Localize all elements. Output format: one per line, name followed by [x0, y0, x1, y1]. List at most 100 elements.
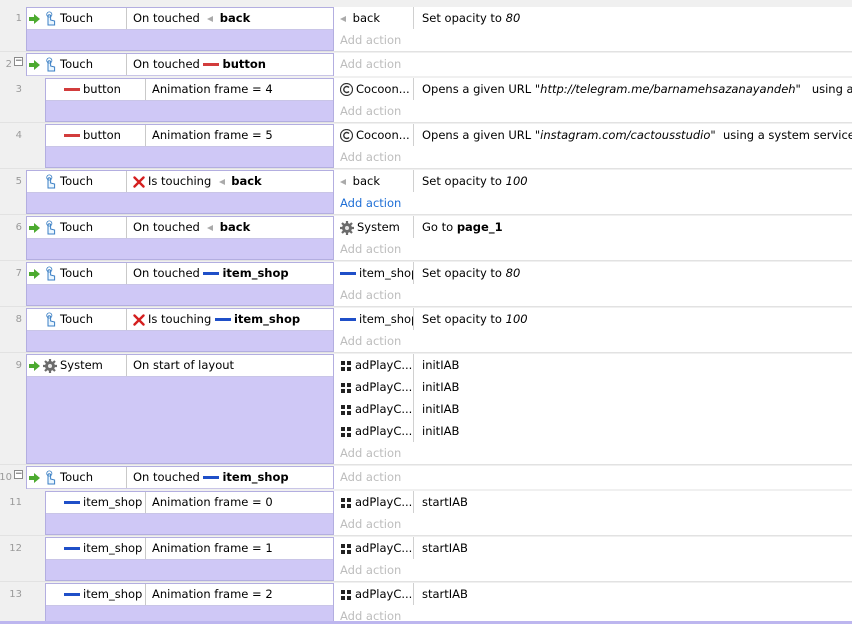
condition-text[interactable]: On touched item_shop: [127, 263, 333, 284]
condition-text[interactable]: On touched item_shop: [127, 467, 333, 488]
condition-block[interactable]: System On start of layout: [26, 354, 334, 464]
action-object[interactable]: adPlayC...: [340, 398, 414, 420]
condition-row[interactable]: System On start of layout: [27, 355, 333, 377]
condition-block[interactable]: Touch On touched back: [26, 7, 334, 51]
action-text[interactable]: Go to page_1: [422, 216, 852, 238]
action-object[interactable]: item_shop: [340, 262, 414, 284]
add-action-link[interactable]: Add action: [340, 442, 401, 464]
condition-object[interactable]: item_shop: [46, 538, 146, 559]
action-object[interactable]: adPlayC...: [340, 354, 414, 376]
condition-block[interactable]: Touch Is touching back: [26, 170, 334, 214]
action-block[interactable]: System Go to page_1 Add action: [334, 216, 852, 260]
condition-block[interactable]: Touch Is touching item_shop: [26, 308, 334, 352]
action-text[interactable]: initIAB: [422, 354, 852, 376]
condition-row[interactable]: button Animation frame = 5: [46, 125, 333, 147]
condition-block[interactable]: item_shop Animation frame = 2: [45, 583, 334, 621]
action-row[interactable]: back Set opacity to 80: [334, 7, 852, 29]
condition-block[interactable]: item_shop Animation frame = 0: [45, 491, 334, 535]
action-text[interactable]: startIAB: [422, 583, 852, 605]
add-action-link[interactable]: Add action: [340, 53, 401, 75]
condition-text[interactable]: Is touching item_shop: [127, 309, 333, 330]
action-block[interactable]: Cocoon... Opens a given URL "http://tele…: [334, 78, 852, 122]
action-text[interactable]: initIAB: [422, 398, 852, 420]
collapse-toggle[interactable]: −: [14, 470, 23, 479]
event-row[interactable]: 5 Touch Is touching back back Set opacit…: [0, 170, 852, 214]
add-action-link[interactable]: Add action: [340, 330, 401, 352]
condition-row[interactable]: Touch On touched back: [27, 217, 333, 239]
action-row[interactable]: Cocoon... Opens a given URL "instagram.c…: [334, 124, 852, 146]
event-row[interactable]: 8 Touch Is touching item_shop item_shop …: [0, 308, 852, 352]
action-object[interactable]: adPlayC...: [340, 376, 414, 398]
action-object[interactable]: back: [340, 7, 414, 29]
action-text[interactable]: Set opacity to 100: [422, 170, 852, 192]
action-text[interactable]: Set opacity to 100: [422, 308, 852, 330]
condition-text[interactable]: Animation frame = 2: [146, 584, 333, 605]
action-row[interactable]: System Go to page_1: [334, 216, 852, 238]
action-object[interactable]: System: [340, 216, 414, 238]
action-row[interactable]: adPlayC... startIAB: [334, 537, 852, 559]
action-text[interactable]: startIAB: [422, 537, 852, 559]
condition-row[interactable]: item_shop Animation frame = 1: [46, 538, 333, 560]
condition-row[interactable]: Touch On touched item_shop: [27, 263, 333, 285]
add-action-link[interactable]: Add action: [340, 513, 401, 535]
add-action-link[interactable]: Add action: [340, 238, 401, 260]
action-object[interactable]: adPlayC...: [340, 420, 414, 442]
action-text[interactable]: Set opacity to 80: [422, 7, 852, 29]
condition-row[interactable]: item_shop Animation frame = 0: [46, 492, 333, 514]
condition-row[interactable]: Touch On touched back: [27, 8, 333, 30]
action-text[interactable]: initIAB: [422, 376, 852, 398]
action-object[interactable]: adPlayC...: [340, 583, 414, 605]
add-action-link[interactable]: Add action: [340, 146, 401, 168]
add-action-link[interactable]: Add action: [340, 192, 401, 214]
condition-object[interactable]: System: [27, 355, 127, 376]
condition-block[interactable]: Touch On touched back: [26, 216, 334, 260]
action-object[interactable]: back: [340, 170, 414, 192]
condition-block[interactable]: item_shop Animation frame = 1: [45, 537, 334, 581]
condition-block[interactable]: Touch On touched button: [26, 53, 334, 76]
condition-object[interactable]: item_shop: [46, 492, 146, 513]
condition-text[interactable]: On touched back: [127, 8, 333, 29]
action-block[interactable]: back Set opacity to 100 Add action: [334, 170, 852, 214]
action-text[interactable]: Set opacity to 80: [422, 262, 852, 284]
action-object[interactable]: item_shop: [340, 308, 414, 330]
action-row[interactable]: adPlayC... initIAB: [334, 398, 852, 420]
condition-text[interactable]: Animation frame = 4: [146, 79, 333, 100]
condition-text[interactable]: On start of layout: [127, 355, 333, 376]
add-action-link[interactable]: Add action: [340, 284, 401, 306]
action-text[interactable]: Opens a given URL "instagram.com/cactous…: [422, 124, 852, 146]
condition-row[interactable]: Touch On touched button: [27, 54, 333, 76]
event-row[interactable]: 12 item_shop Animation frame = 1 adPlayC…: [0, 537, 852, 581]
action-object[interactable]: Cocoon...: [340, 124, 414, 146]
action-block[interactable]: adPlayC... startIAB Add action: [334, 491, 852, 535]
add-action-link[interactable]: Add action: [340, 605, 401, 621]
action-text[interactable]: startIAB: [422, 491, 852, 513]
action-block[interactable]: adPlayC... startIAB Add action: [334, 537, 852, 581]
condition-object[interactable]: button: [46, 125, 146, 146]
event-row[interactable]: 4 button Animation frame = 5 Cocoon... O…: [0, 124, 852, 168]
action-row[interactable]: adPlayC... initIAB: [334, 376, 852, 398]
action-block[interactable]: item_shop Set opacity to 80 Add action: [334, 262, 852, 306]
event-row[interactable]: 9 System On start of layout adPlayC... i…: [0, 354, 852, 464]
action-block[interactable]: adPlayC... startIAB Add action: [334, 583, 852, 621]
event-row[interactable]: 7 Touch On touched item_shop item_shop S…: [0, 262, 852, 306]
condition-text[interactable]: On touched button: [127, 54, 333, 75]
condition-object[interactable]: button: [46, 79, 146, 100]
condition-text[interactable]: Animation frame = 0: [146, 492, 333, 513]
condition-object[interactable]: Touch: [27, 263, 127, 284]
action-text[interactable]: Opens a given URL "http://telegram.me/ba…: [422, 78, 852, 100]
condition-text[interactable]: Is touching back: [127, 171, 333, 192]
event-row[interactable]: 13 item_shop Animation frame = 2 adPlayC…: [0, 583, 852, 621]
action-object[interactable]: Cocoon...: [340, 78, 414, 100]
condition-object[interactable]: Touch: [27, 171, 127, 192]
action-block[interactable]: adPlayC... initIAB adPlayC... initIAB ad…: [334, 354, 852, 464]
action-row[interactable]: adPlayC... startIAB: [334, 491, 852, 513]
action-row[interactable]: item_shop Set opacity to 100: [334, 308, 852, 330]
action-text[interactable]: initIAB: [422, 420, 852, 442]
action-block[interactable]: Cocoon... Opens a given URL "instagram.c…: [334, 124, 852, 168]
condition-object[interactable]: Touch: [27, 217, 127, 238]
add-action-link[interactable]: Add action: [340, 466, 401, 488]
action-object[interactable]: adPlayC...: [340, 537, 414, 559]
add-action-link[interactable]: Add action: [340, 559, 401, 581]
action-row[interactable]: adPlayC... startIAB: [334, 583, 852, 605]
event-row[interactable]: 10 − Touch On touched item_shop Add acti…: [0, 466, 852, 489]
